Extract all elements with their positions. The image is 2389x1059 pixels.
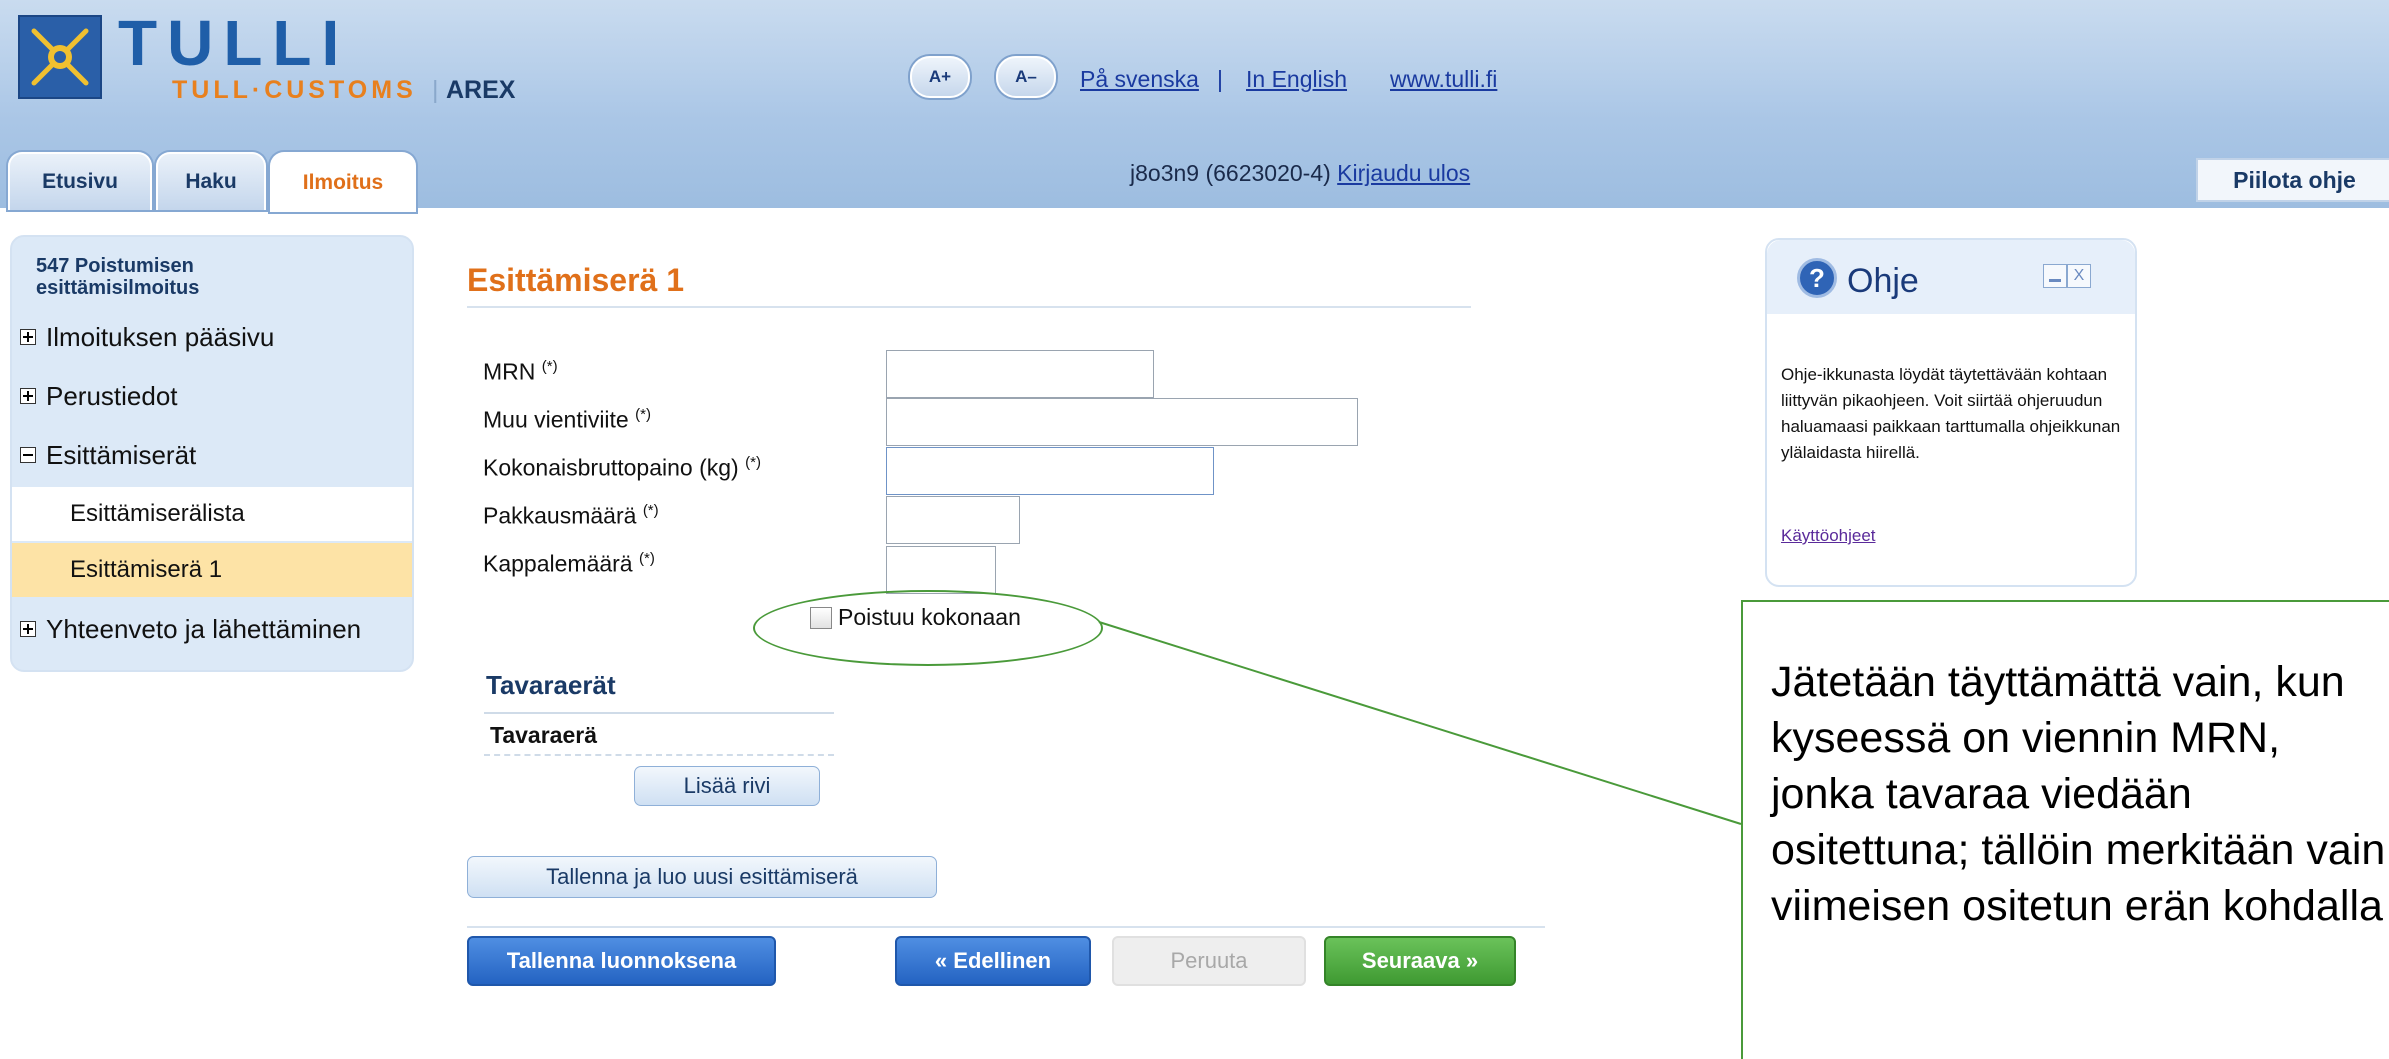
tab-etusivu[interactable]: Etusivu bbox=[8, 152, 152, 210]
pakkausmaara-field[interactable] bbox=[886, 496, 1020, 544]
sidebar-item-yhteenveto[interactable]: Yhteenveto ja lähettäminen bbox=[12, 601, 412, 657]
sidebar-nav: 547 Poistumisen esittämisilmoitus Ilmoit… bbox=[10, 235, 414, 672]
page-title: Esittämiserä 1 bbox=[467, 262, 685, 298]
user-guide-link[interactable]: Käyttöohjeet bbox=[1781, 526, 1876, 546]
actions-divider bbox=[467, 926, 1545, 928]
sidebar-item-esittamiseralista[interactable]: Esittämiserälista bbox=[12, 487, 412, 541]
expand-icon[interactable] bbox=[20, 621, 36, 637]
help-panel[interactable]: ? Ohje X Ohje-ikkunasta löydät täytettäv… bbox=[1765, 238, 2137, 587]
link-separator: | bbox=[1217, 66, 1223, 92]
add-row-button[interactable]: Lisää rivi bbox=[634, 766, 820, 806]
goods-section-title: Tavaraerät bbox=[486, 670, 616, 700]
help-panel-header[interactable]: ? Ohje X bbox=[1767, 240, 2135, 314]
tab-haku[interactable]: Haku bbox=[156, 152, 266, 210]
annotation-callout: Jätetään täyttämättä vain, kun kyseessä … bbox=[1741, 600, 2389, 1059]
next-button[interactable]: Seuraava » bbox=[1324, 936, 1516, 986]
expand-icon[interactable] bbox=[20, 329, 36, 345]
tulli-emblem-icon bbox=[18, 15, 102, 99]
mrn-field[interactable] bbox=[886, 350, 1154, 398]
expand-icon[interactable] bbox=[20, 388, 36, 404]
goods-divider bbox=[484, 712, 834, 714]
save-and-new-button[interactable]: Tallenna ja luo uusi esittämiserä bbox=[467, 856, 937, 898]
sidebar-item-esittamiserat[interactable]: Esittämiserät bbox=[12, 427, 412, 483]
tulli-website-link[interactable]: www.tulli.fi bbox=[1390, 66, 1497, 93]
hide-help-button[interactable]: Piilota ohje bbox=[2196, 158, 2389, 202]
help-title: Ohje bbox=[1847, 262, 1919, 300]
swedish-language-link[interactable]: På svenska bbox=[1080, 66, 1199, 93]
goods-dashed-divider bbox=[484, 754, 834, 756]
sidebar-item-label: Perustiedot bbox=[46, 380, 178, 411]
question-icon: ? bbox=[1797, 258, 1837, 298]
kokonaisbruttopaino-field[interactable] bbox=[886, 447, 1214, 495]
muu-vientiviite-label: Muu vientiviite (*) bbox=[483, 406, 651, 433]
increase-font-button[interactable]: A+ bbox=[910, 56, 970, 98]
sidebar-item-label: Ilmoituksen pääsivu bbox=[46, 321, 275, 352]
title-divider bbox=[467, 306, 1471, 308]
annotation-highlight-oval bbox=[753, 590, 1103, 666]
app-separator: | bbox=[432, 76, 439, 104]
close-icon[interactable]: X bbox=[2067, 264, 2091, 288]
sidebar-title: 547 Poistumisen esittämisilmoitus bbox=[36, 255, 200, 299]
app-name: AREX bbox=[446, 76, 516, 104]
sidebar-item-label: Esittämiserät bbox=[46, 439, 197, 470]
sidebar-item-perustiedot[interactable]: Perustiedot bbox=[12, 368, 412, 424]
muu-vientiviite-field[interactable] bbox=[886, 398, 1358, 446]
english-language-link[interactable]: In English bbox=[1246, 66, 1347, 93]
kappalemaara-label: Kappalemäärä (*) bbox=[483, 550, 655, 577]
collapse-icon[interactable] bbox=[20, 447, 36, 463]
save-draft-button[interactable]: Tallenna luonnoksena bbox=[467, 936, 776, 986]
tab-ilmoitus[interactable]: Ilmoitus bbox=[270, 152, 416, 212]
previous-button[interactable]: « Edellinen bbox=[895, 936, 1091, 986]
logo-title: TULLI bbox=[118, 7, 350, 79]
mrn-label: MRN (*) bbox=[483, 358, 558, 385]
kokonaisbruttopaino-label: Kokonaisbruttopaino (kg) (*) bbox=[483, 454, 761, 481]
sidebar-item-label: Yhteenveto ja lähettäminen bbox=[46, 613, 362, 644]
logo-subtitle: TULL·CUSTOMS bbox=[172, 76, 417, 104]
sidebar-item-esittamisera-1[interactable]: Esittämiserä 1 bbox=[12, 543, 412, 597]
decrease-font-button[interactable]: A– bbox=[996, 56, 1056, 98]
user-id: j8o3n9 (6623020-4) bbox=[1130, 160, 1331, 186]
annotation-text: Jätetään täyttämättä vain, kun kyseessä … bbox=[1771, 658, 2386, 930]
kappalemaara-field[interactable] bbox=[886, 546, 996, 594]
cancel-button: Peruuta bbox=[1112, 936, 1306, 986]
goods-column-header: Tavaraerä bbox=[490, 722, 597, 748]
pakkausmaara-label: Pakkausmäärä (*) bbox=[483, 502, 659, 529]
minimize-icon[interactable] bbox=[2043, 264, 2067, 288]
sidebar-item-ilmoituksen-paasivu[interactable]: Ilmoituksen pääsivu bbox=[12, 309, 412, 365]
logout-link[interactable]: Kirjaudu ulos bbox=[1337, 160, 1470, 186]
user-info: j8o3n9 (6623020-4) Kirjaudu ulos bbox=[1130, 160, 1470, 187]
help-text: Ohje-ikkunasta löydät täytettävään kohta… bbox=[1781, 365, 2121, 462]
